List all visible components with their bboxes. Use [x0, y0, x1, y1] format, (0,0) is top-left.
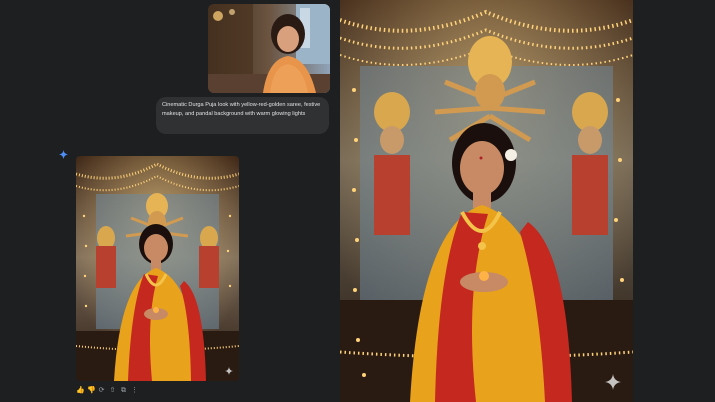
prompt-message-bubble: Cinematic Durga Puja look with yellow-re…: [156, 97, 329, 134]
prompt-text: Cinematic Durga Puja look with yellow-re…: [162, 102, 321, 117]
copy-icon[interactable]: ⧉: [120, 386, 127, 396]
thumbs-up-icon[interactable]: 👍: [76, 386, 85, 396]
generated-image-large[interactable]: [340, 0, 633, 402]
thumbs-down-icon[interactable]: 👎: [87, 386, 96, 396]
generated-image-thumbnail[interactable]: [76, 156, 239, 381]
response-action-bar: 👍 👎 ⟳ ⇧ ⧉ ⋮: [76, 386, 138, 396]
gemini-spark-icon: [59, 150, 68, 159]
share-icon[interactable]: ⇧: [109, 386, 116, 396]
more-options-icon[interactable]: ⋮: [131, 386, 138, 396]
sparkle-watermark-icon: [605, 374, 621, 390]
uploaded-user-photo[interactable]: [208, 4, 330, 93]
sparkle-watermark-icon: [225, 367, 233, 375]
regenerate-icon[interactable]: ⟳: [98, 386, 105, 396]
